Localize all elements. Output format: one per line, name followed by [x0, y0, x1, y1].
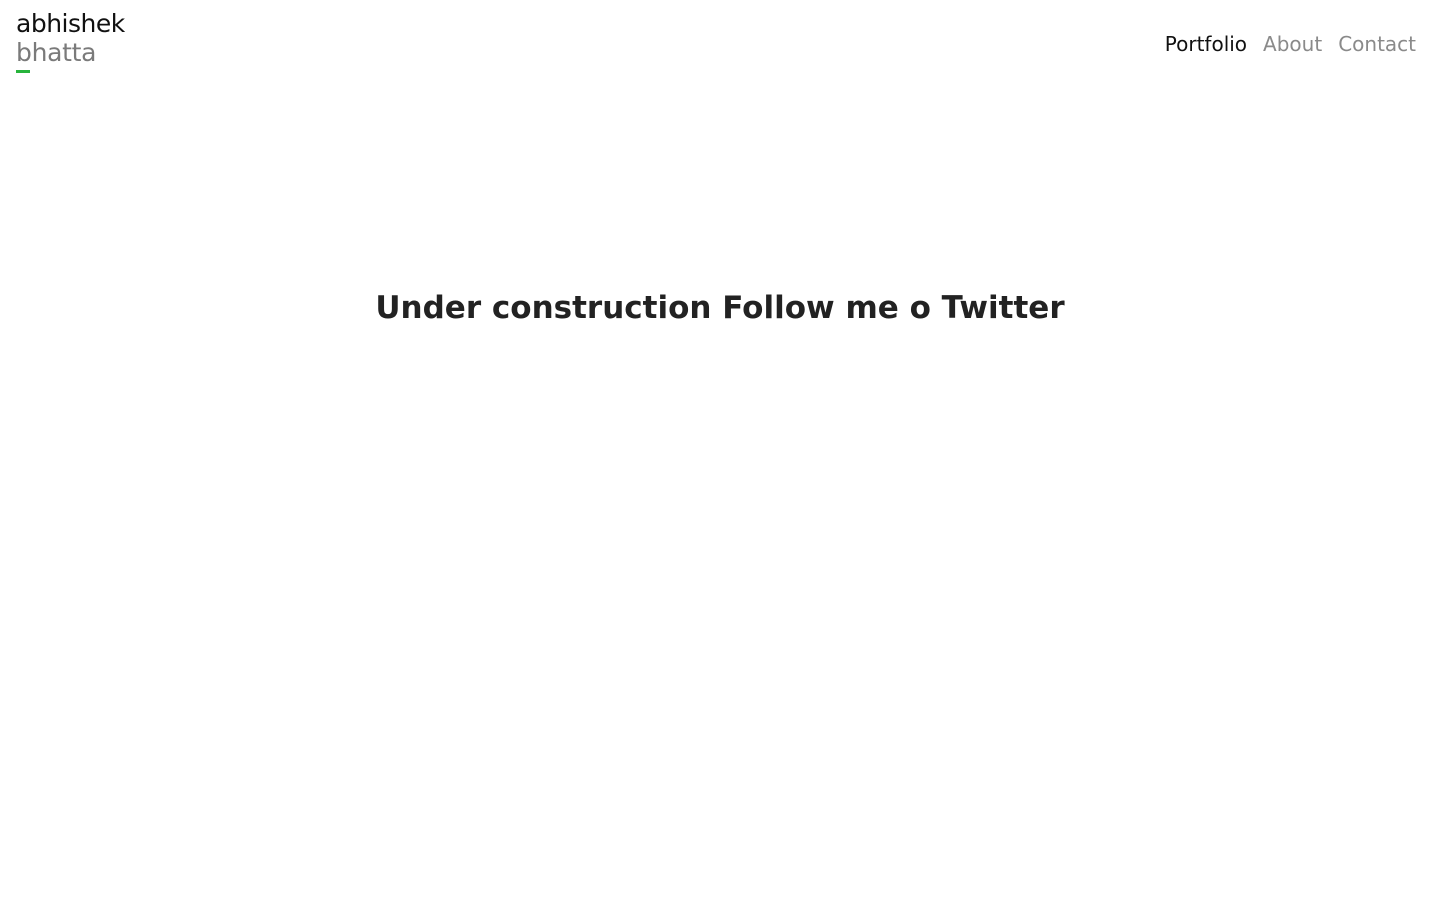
nav-link-about[interactable]: About [1263, 30, 1322, 58]
main-content: Under construction Follow me o Twitter [0, 288, 1440, 328]
logo-last-name: bhatta [16, 38, 97, 67]
site-logo[interactable]: abhishek bhatta [16, 10, 146, 76]
nav-link-contact[interactable]: Contact [1338, 30, 1416, 58]
main-nav: Portfolio About Contact [1165, 30, 1416, 58]
logo-accent-bar [16, 70, 30, 73]
logo-first-name: abhishek [16, 9, 125, 38]
nav-link-portfolio[interactable]: Portfolio [1165, 30, 1247, 58]
site-header: abhishek bhatta Portfolio About Contact [0, 0, 1440, 90]
under-construction-message: Under construction Follow me o Twitter [375, 290, 1065, 326]
page: abhishek bhatta Portfolio About Contact … [0, 0, 1440, 900]
